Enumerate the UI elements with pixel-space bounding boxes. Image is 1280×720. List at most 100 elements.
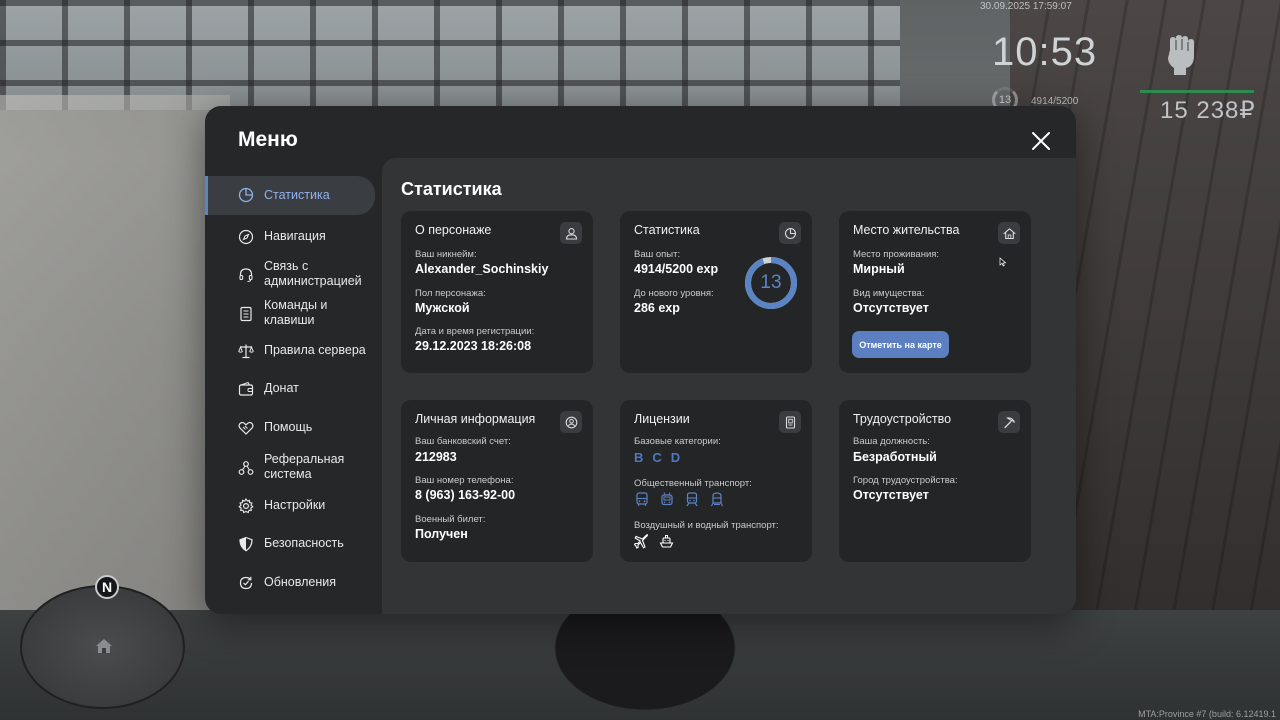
license-category-d: D — [670, 450, 681, 465]
content-panel: Статистика О персонаже Ваш никнейм: Alex… — [382, 158, 1076, 614]
gender-label: Пол персонажа: — [415, 288, 486, 299]
sidebar-item-admin-contact[interactable]: Связь с администрацией — [205, 259, 375, 291]
nickname-label: Ваш никнейм: — [415, 249, 477, 260]
shield-icon — [237, 535, 255, 553]
next-level-value: 286 exp — [634, 301, 680, 315]
phone-value: 8 (963) 163-92-00 — [415, 488, 516, 502]
hud-money: 15 238₽ — [1160, 97, 1256, 124]
sidebar-item-navigation[interactable]: Навигация — [205, 227, 375, 247]
minimap-north-icon: N — [95, 575, 119, 599]
refresh-icon — [237, 574, 255, 592]
card-title: Трудоустройство — [853, 412, 952, 426]
airplane-icon — [633, 533, 650, 550]
hud-clock: 10:53 — [992, 30, 1098, 74]
card-licenses: Лицензии Базовые категории: B C D Общест… — [620, 400, 812, 562]
sidebar-item-label: Донат — [264, 381, 299, 395]
sidebar-item-label: Безопасность — [264, 536, 344, 550]
sidebar-item-referral[interactable]: Реферальная система — [205, 452, 375, 484]
phone-label: Ваш номер телефона: — [415, 475, 514, 486]
license-categories: B C D — [634, 450, 680, 465]
card-statistics: Статистика Ваш опыт: 4914/5200 exp До но… — [620, 211, 812, 373]
next-level-label: До нового уровня: — [634, 288, 714, 299]
pickaxe-icon — [998, 411, 1020, 433]
exp-value: 4914/5200 exp — [634, 262, 719, 276]
menu-title: Меню — [238, 128, 298, 151]
gear-icon — [237, 497, 255, 515]
bank-label: Ваш банковский счет: — [415, 436, 511, 447]
background-player-character — [540, 600, 750, 720]
card-title: Лицензии — [634, 412, 690, 426]
public-transport-label: Общественный транспорт: — [634, 478, 752, 489]
sidebar-item-statistics[interactable]: Статистика — [205, 176, 375, 215]
military-value: Получен — [415, 527, 468, 541]
home-icon — [998, 222, 1020, 244]
residence-place-label: Место проживания: — [853, 249, 940, 260]
sidebar-item-label: Обновления — [264, 575, 336, 589]
fist-weapon-icon — [1168, 35, 1194, 75]
sidebar-item-donate[interactable]: Донат — [205, 379, 375, 399]
card-title: О персонаже — [415, 223, 492, 237]
scales-icon — [237, 342, 255, 360]
position-value: Безработный — [853, 450, 937, 464]
background-ceiling-grid — [0, 0, 900, 110]
bank-value: 212983 — [415, 450, 457, 464]
sidebar-item-label: Реферальная система — [264, 452, 345, 481]
menu-window: Меню Статистика Навигация Связь с админи… — [205, 106, 1076, 614]
user-icon — [560, 222, 582, 244]
trolleybus-icon — [658, 491, 675, 508]
public-transport-icons — [633, 491, 725, 508]
work-city-value: Отсутствует — [853, 488, 929, 502]
air-water-transport-label: Воздушный и водный транспорт: — [634, 520, 779, 531]
property-value: Отсутствует — [853, 301, 929, 315]
exp-label: Ваш опыт: — [634, 249, 681, 260]
card-residence: Место жительства Место проживания: Мирны… — [839, 211, 1031, 373]
card-title: Личная информация — [415, 412, 536, 426]
hud-datetime: 30.09.2025 17:59:07 — [980, 1, 1072, 12]
sidebar-item-help[interactable]: Помощь — [205, 418, 375, 438]
air-water-transport-icons — [633, 533, 675, 550]
sidebar-item-label: Статистика — [264, 188, 330, 202]
compass-icon — [237, 228, 255, 246]
train-icon — [683, 491, 700, 508]
mouse-cursor-icon — [999, 257, 1007, 267]
sidebar-item-label: Связь с администрацией — [264, 259, 362, 288]
network-icon — [237, 459, 255, 477]
id-card-icon — [779, 411, 801, 433]
sidebar-item-commands[interactable]: Команды и клавиши — [205, 298, 375, 330]
card-character: О персонаже Ваш никнейм: Alexander_Sochi… — [401, 211, 593, 373]
card-title: Статистика — [634, 223, 700, 237]
bus-icon — [633, 491, 650, 508]
level-number: 13 — [760, 272, 782, 293]
sidebar-item-updates[interactable]: Обновления — [205, 573, 375, 593]
sidebar-item-settings[interactable]: Настройки — [205, 496, 375, 516]
build-version: MTA:Province #7 (build: 6.12419.1 — [1138, 709, 1276, 719]
license-category-c: C — [652, 450, 662, 465]
card-employment: Трудоустройство Ваша должность: Безработ… — [839, 400, 1031, 562]
sidebar-item-label: Настройки — [264, 498, 326, 512]
position-label: Ваша должность: — [853, 436, 930, 447]
registration-value: 29.12.2023 18:26:08 — [415, 339, 532, 353]
sidebar-item-security[interactable]: Безопасность — [205, 534, 375, 554]
boat-icon — [658, 533, 675, 550]
wallet-icon — [237, 380, 255, 398]
mark-on-map-button[interactable]: Отметить на карте — [852, 331, 949, 358]
home-marker-icon — [96, 639, 112, 653]
base-categories-label: Базовые категории: — [634, 436, 721, 447]
handshake-icon — [237, 419, 255, 437]
work-city-label: Город трудоустройства: — [853, 475, 958, 486]
license-category-b: B — [634, 450, 644, 465]
sidebar-item-label: Помощь — [264, 420, 313, 434]
nickname-value: Alexander_Sochinskiy — [415, 262, 549, 276]
sidebar-item-label: Правила сервера — [264, 343, 366, 357]
hud-health-bar — [1140, 90, 1254, 93]
residence-place-value: Мирный — [853, 262, 905, 276]
card-title: Место жительства — [853, 223, 960, 237]
sidebar-item-server-rules[interactable]: Правила сервера — [205, 341, 375, 361]
military-label: Военный билет: — [415, 514, 486, 525]
sidebar-item-label: Команды и клавиши — [264, 298, 328, 327]
card-personal-info: Личная информация Ваш банковский счет: 2… — [401, 400, 593, 562]
pie-chart-icon — [779, 222, 801, 244]
keyboard-icon — [237, 305, 255, 323]
close-icon[interactable] — [1029, 129, 1053, 153]
user-circle-icon — [560, 411, 582, 433]
